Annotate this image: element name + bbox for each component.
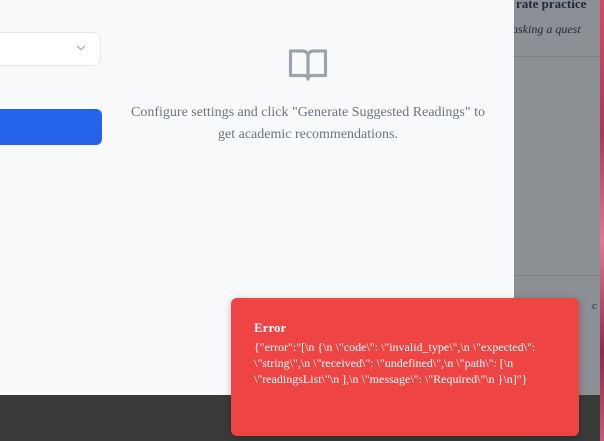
empty-state: Configure settings and click "Generate S… xyxy=(128,44,488,146)
empty-state-message: Configure settings and click "Generate S… xyxy=(131,105,485,142)
error-toast[interactable]: Error {"error":"[\n {\n \"code\": \"inva… xyxy=(231,298,579,436)
toast-title: Error xyxy=(254,320,287,335)
settings-select[interactable] xyxy=(0,32,101,66)
background-title: rate practice xyxy=(516,0,587,11)
toast-message: {"error":"[\n {\n \"code\": \"invalid_ty… xyxy=(254,340,539,386)
background-divider xyxy=(514,275,600,276)
chevron-down-icon xyxy=(76,45,86,51)
background-image-strip xyxy=(600,0,604,441)
background-row-text: c xyxy=(592,300,597,312)
generate-suggested-readings-button[interactable] xyxy=(0,109,102,145)
book-open-icon xyxy=(288,49,328,81)
background-subtitle: asking a quest xyxy=(514,22,581,36)
